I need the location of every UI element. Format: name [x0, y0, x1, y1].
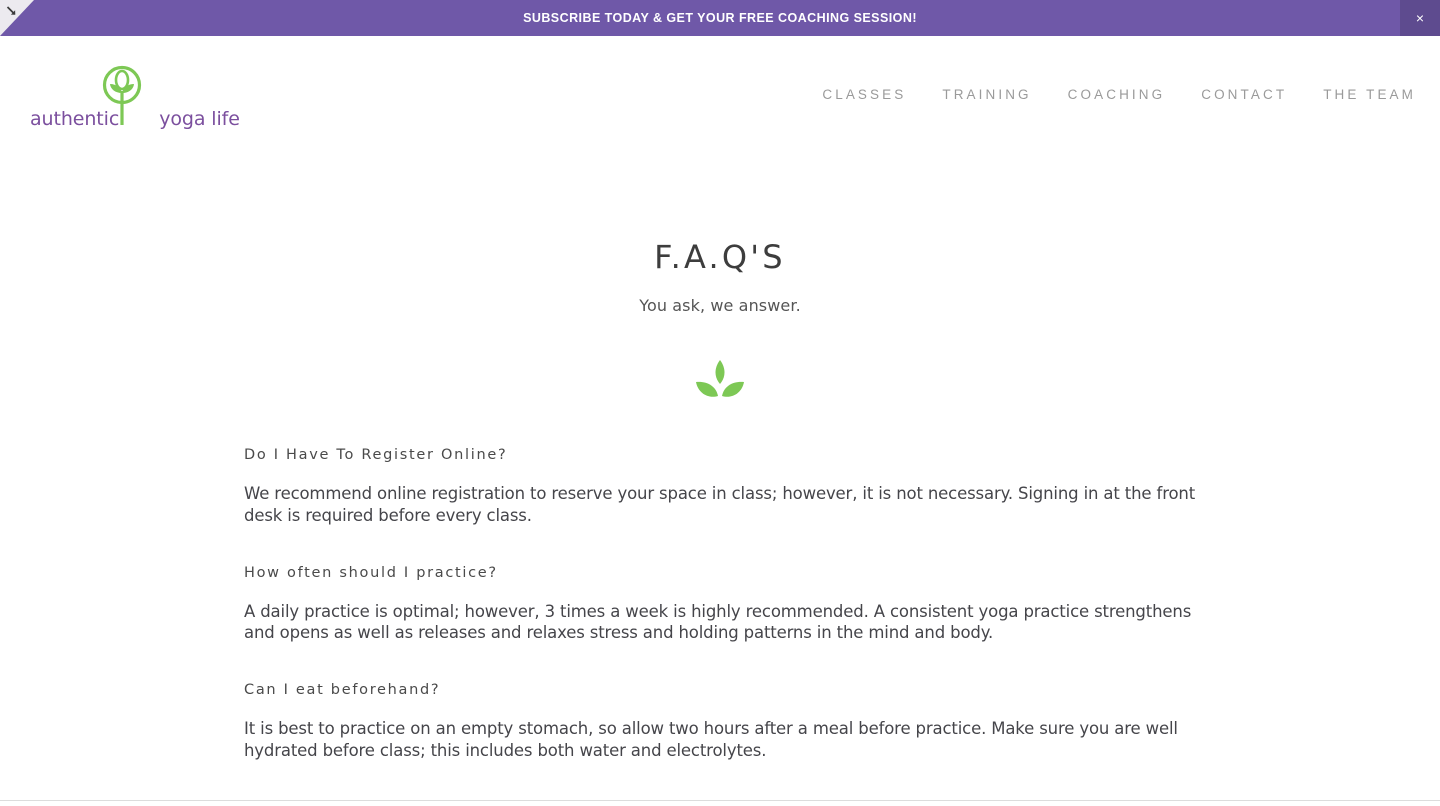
nav-item-coaching[interactable]: COACHING [1068, 87, 1166, 102]
page-subtitle: You ask, we answer. [639, 296, 801, 315]
page-content: F.A.Q'S You ask, we answer. Do I Have To… [0, 152, 1440, 806]
faq-list: Do I Have To Register Online? We recomme… [240, 447, 1200, 806]
nav-item-classes[interactable]: CLASSES [822, 87, 906, 102]
arrow-down-right-icon [5, 4, 18, 17]
faq-item: How often should I practice? A daily pra… [244, 565, 1200, 645]
brand-word-yoga-life: yoga life [159, 108, 240, 130]
faq-item: Can I eat beforehand? It is best to prac… [244, 682, 1200, 762]
brand-word-authentic: authentic [30, 108, 120, 130]
nav-item-the-team[interactable]: THE TEAM [1323, 87, 1416, 102]
faq-answer: A daily practice is optimal; however, 3 … [244, 601, 1192, 643]
faq-question: How often should I practice? [244, 564, 498, 581]
bottom-strip [0, 801, 1440, 806]
site-header: authentic yoga life CLASSES TRAINING COAC… [0, 36, 1440, 152]
nav-item-training[interactable]: TRAINING [942, 87, 1031, 102]
brand-logo-link[interactable]: authentic yoga life [30, 59, 240, 129]
faq-question: Do I Have To Register Online? [244, 447, 508, 463]
main-navigation: CLASSES TRAINING COACHING CONTACT THE TE… [822, 87, 1416, 102]
promo-banner-text: SUBSCRIBE TODAY & GET YOUR FREE COACHING… [523, 11, 917, 25]
expand-corner-tab[interactable] [0, 0, 34, 36]
promo-banner: SUBSCRIBE TODAY & GET YOUR FREE COACHING… [0, 0, 1440, 36]
faq-answer: We recommend online registration to rese… [244, 484, 1196, 525]
page-title: F.A.Q'S [654, 238, 786, 276]
nav-item-contact[interactable]: CONTACT [1201, 87, 1287, 102]
brand-wordmark: authentic yoga life [30, 65, 240, 130]
three-leaf-ornament-icon [696, 360, 744, 397]
faq-item: Do I Have To Register Online? We recomme… [244, 447, 1200, 527]
faq-answer: It is best to practice on an empty stoma… [244, 719, 1178, 760]
promo-close-button[interactable]: × [1400, 0, 1440, 36]
faq-question: Can I eat beforehand? [244, 682, 441, 699]
